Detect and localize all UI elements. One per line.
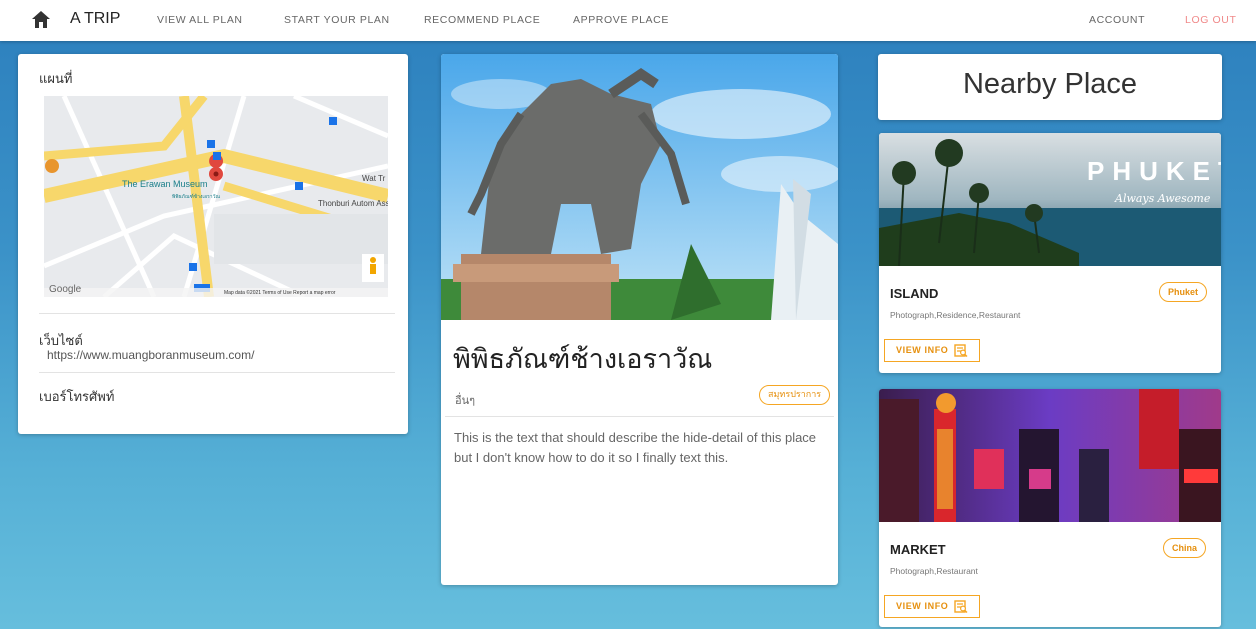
nearby-header: Nearby Place: [878, 54, 1222, 120]
info-search-icon: [954, 600, 968, 613]
map-attribution[interactable]: Map data ©2021 Terms of Use Report a map…: [224, 289, 336, 296]
province-badge: สมุทรปราการ: [759, 385, 831, 405]
divider: [39, 313, 395, 314]
place-info-card: แผนที่ The Erawan Museum พิพิธภัณฑ์ช้างเ…: [18, 54, 408, 434]
view-info-button[interactable]: VIEW INFO: [884, 595, 980, 618]
map-place-label: The Erawan Museum: [122, 179, 208, 189]
location-badge: China: [1163, 538, 1207, 558]
place-title: พิพิธภัณฑ์ช้างเอราวัณ: [453, 344, 713, 375]
brand-title[interactable]: A TRIP: [70, 10, 120, 28]
image-text-script: Always Awesome: [1114, 192, 1211, 205]
map-nearby-label: Thonburi Autom Assembly Plant Co: [318, 199, 388, 208]
nearby-place-image: [879, 389, 1221, 522]
place-description: This is the text that should describe th…: [454, 430, 817, 465]
nearby-place-tags: Photograph,Restaurant: [890, 566, 978, 576]
map-wat-label: Wat Tr: [362, 174, 386, 183]
map-google-logo: Google: [49, 284, 82, 295]
map-graphic: The Erawan Museum พิพิธภัณฑ์ช้างเอราวัณ …: [44, 96, 388, 297]
divider: [445, 416, 834, 417]
nav-logout[interactable]: LOG OUT: [1185, 14, 1236, 26]
nearby-place-name: MARKET: [890, 542, 946, 557]
place-category: อื่นๆ: [455, 394, 476, 407]
map-title: แผนที่: [39, 72, 73, 87]
nearby-place-card: MARKET China Photograph,Restaurant VIEW …: [879, 389, 1221, 627]
nearby-place-card: PHUKET Always Awesome ISLAND Phuket Phot…: [879, 133, 1221, 373]
info-search-icon: [954, 344, 968, 357]
nearby-place-tags: Photograph,Residence,Restaurant: [890, 310, 1021, 320]
nav-start-your-plan[interactable]: START YOUR PLAN: [284, 14, 390, 26]
phone-label: เบอร์โทรศัพท์: [39, 390, 115, 405]
place-detail-card: พิพิธภัณฑ์ช้างเอราวัณ อื่นๆ สมุทรปราการ …: [441, 54, 838, 585]
view-info-label: VIEW INFO: [896, 345, 949, 355]
location-badge: Phuket: [1159, 282, 1208, 302]
website-link[interactable]: https://www.muangboranmuseum.com/: [47, 348, 254, 362]
nav-approve-place[interactable]: APPROVE PLACE: [573, 14, 669, 26]
view-info-label: VIEW INFO: [896, 601, 949, 611]
nav-view-all-plan[interactable]: VIEW ALL PLAN: [157, 14, 243, 26]
view-info-button[interactable]: VIEW INFO: [884, 339, 980, 362]
divider: [39, 372, 395, 373]
nearby-place-image: PHUKET Always Awesome: [879, 133, 1221, 266]
top-navbar: A TRIP VIEW ALL PLAN START YOUR PLAN REC…: [0, 0, 1256, 41]
map-embed[interactable]: The Erawan Museum พิพิธภัณฑ์ช้างเอราวัณ …: [44, 96, 388, 297]
nav-account[interactable]: ACCOUNT: [1089, 14, 1145, 26]
place-hero-image: [441, 54, 838, 320]
nearby-place-name: ISLAND: [890, 286, 939, 301]
map-place-label-th: พิพิธภัณฑ์ช้างเอราวัณ: [172, 193, 220, 200]
home-icon[interactable]: [32, 11, 50, 28]
image-text-phuket: PHUKET: [1087, 156, 1221, 186]
nav-recommend-place[interactable]: RECOMMEND PLACE: [424, 14, 540, 26]
nearby-title: Nearby Place: [962, 68, 1138, 100]
